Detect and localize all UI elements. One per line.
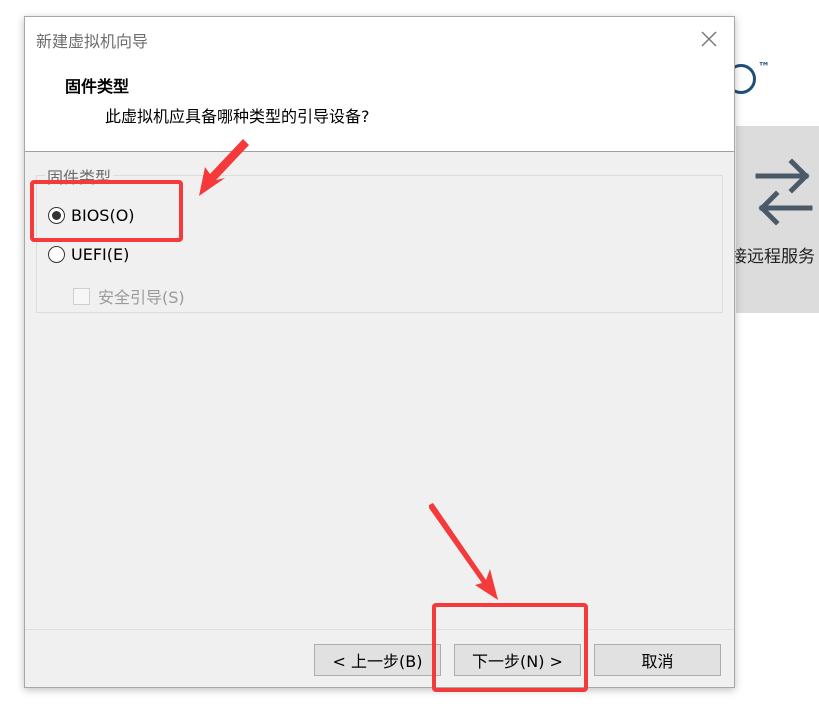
trademark-symbol: ™ bbox=[758, 60, 770, 74]
screen: ™ 接远程服务 新建虚拟机向导 固件类型 此虚拟机应具备哪种类型的引导设备? 固… bbox=[0, 0, 819, 720]
page-subtitle: 此虚拟机应具备哪种类型的引导设备? bbox=[105, 107, 370, 126]
uefi-option[interactable]: UEFI(E) bbox=[48, 245, 129, 264]
dialog-titlebar[interactable]: 新建虚拟机向导 bbox=[25, 17, 734, 61]
new-vm-wizard-dialog: 新建虚拟机向导 固件类型 此虚拟机应具备哪种类型的引导设备? 固件类型 BIOS… bbox=[24, 16, 735, 688]
bios-highlight-box bbox=[30, 180, 183, 242]
secure-boot-checkbox bbox=[73, 287, 90, 305]
connect-remote-server-label: 接远程服务 bbox=[730, 247, 815, 267]
uefi-label: UEFI(E) bbox=[71, 245, 130, 264]
secure-boot-label: 安全引导(S) bbox=[98, 288, 185, 307]
dialog-title: 新建虚拟机向导 bbox=[36, 32, 149, 51]
uefi-radio[interactable] bbox=[48, 246, 65, 263]
close-button[interactable] bbox=[693, 23, 725, 55]
vmware-logo: ™ bbox=[726, 60, 786, 100]
page-title: 固件类型 bbox=[65, 77, 130, 96]
cancel-button[interactable]: 取消 bbox=[594, 644, 721, 676]
connect-remote-server-tile[interactable]: 接远程服务 bbox=[730, 126, 819, 313]
secure-boot-option: 安全引导(S) bbox=[73, 284, 185, 308]
swap-arrows-icon bbox=[755, 158, 813, 226]
footer-divider bbox=[25, 629, 734, 630]
close-icon bbox=[701, 31, 717, 47]
back-button[interactable]: < 上一步(B) bbox=[314, 644, 441, 676]
next-highlight-box bbox=[432, 603, 588, 692]
wizard-header: 固件类型 此虚拟机应具备哪种类型的引导设备? bbox=[25, 61, 734, 152]
